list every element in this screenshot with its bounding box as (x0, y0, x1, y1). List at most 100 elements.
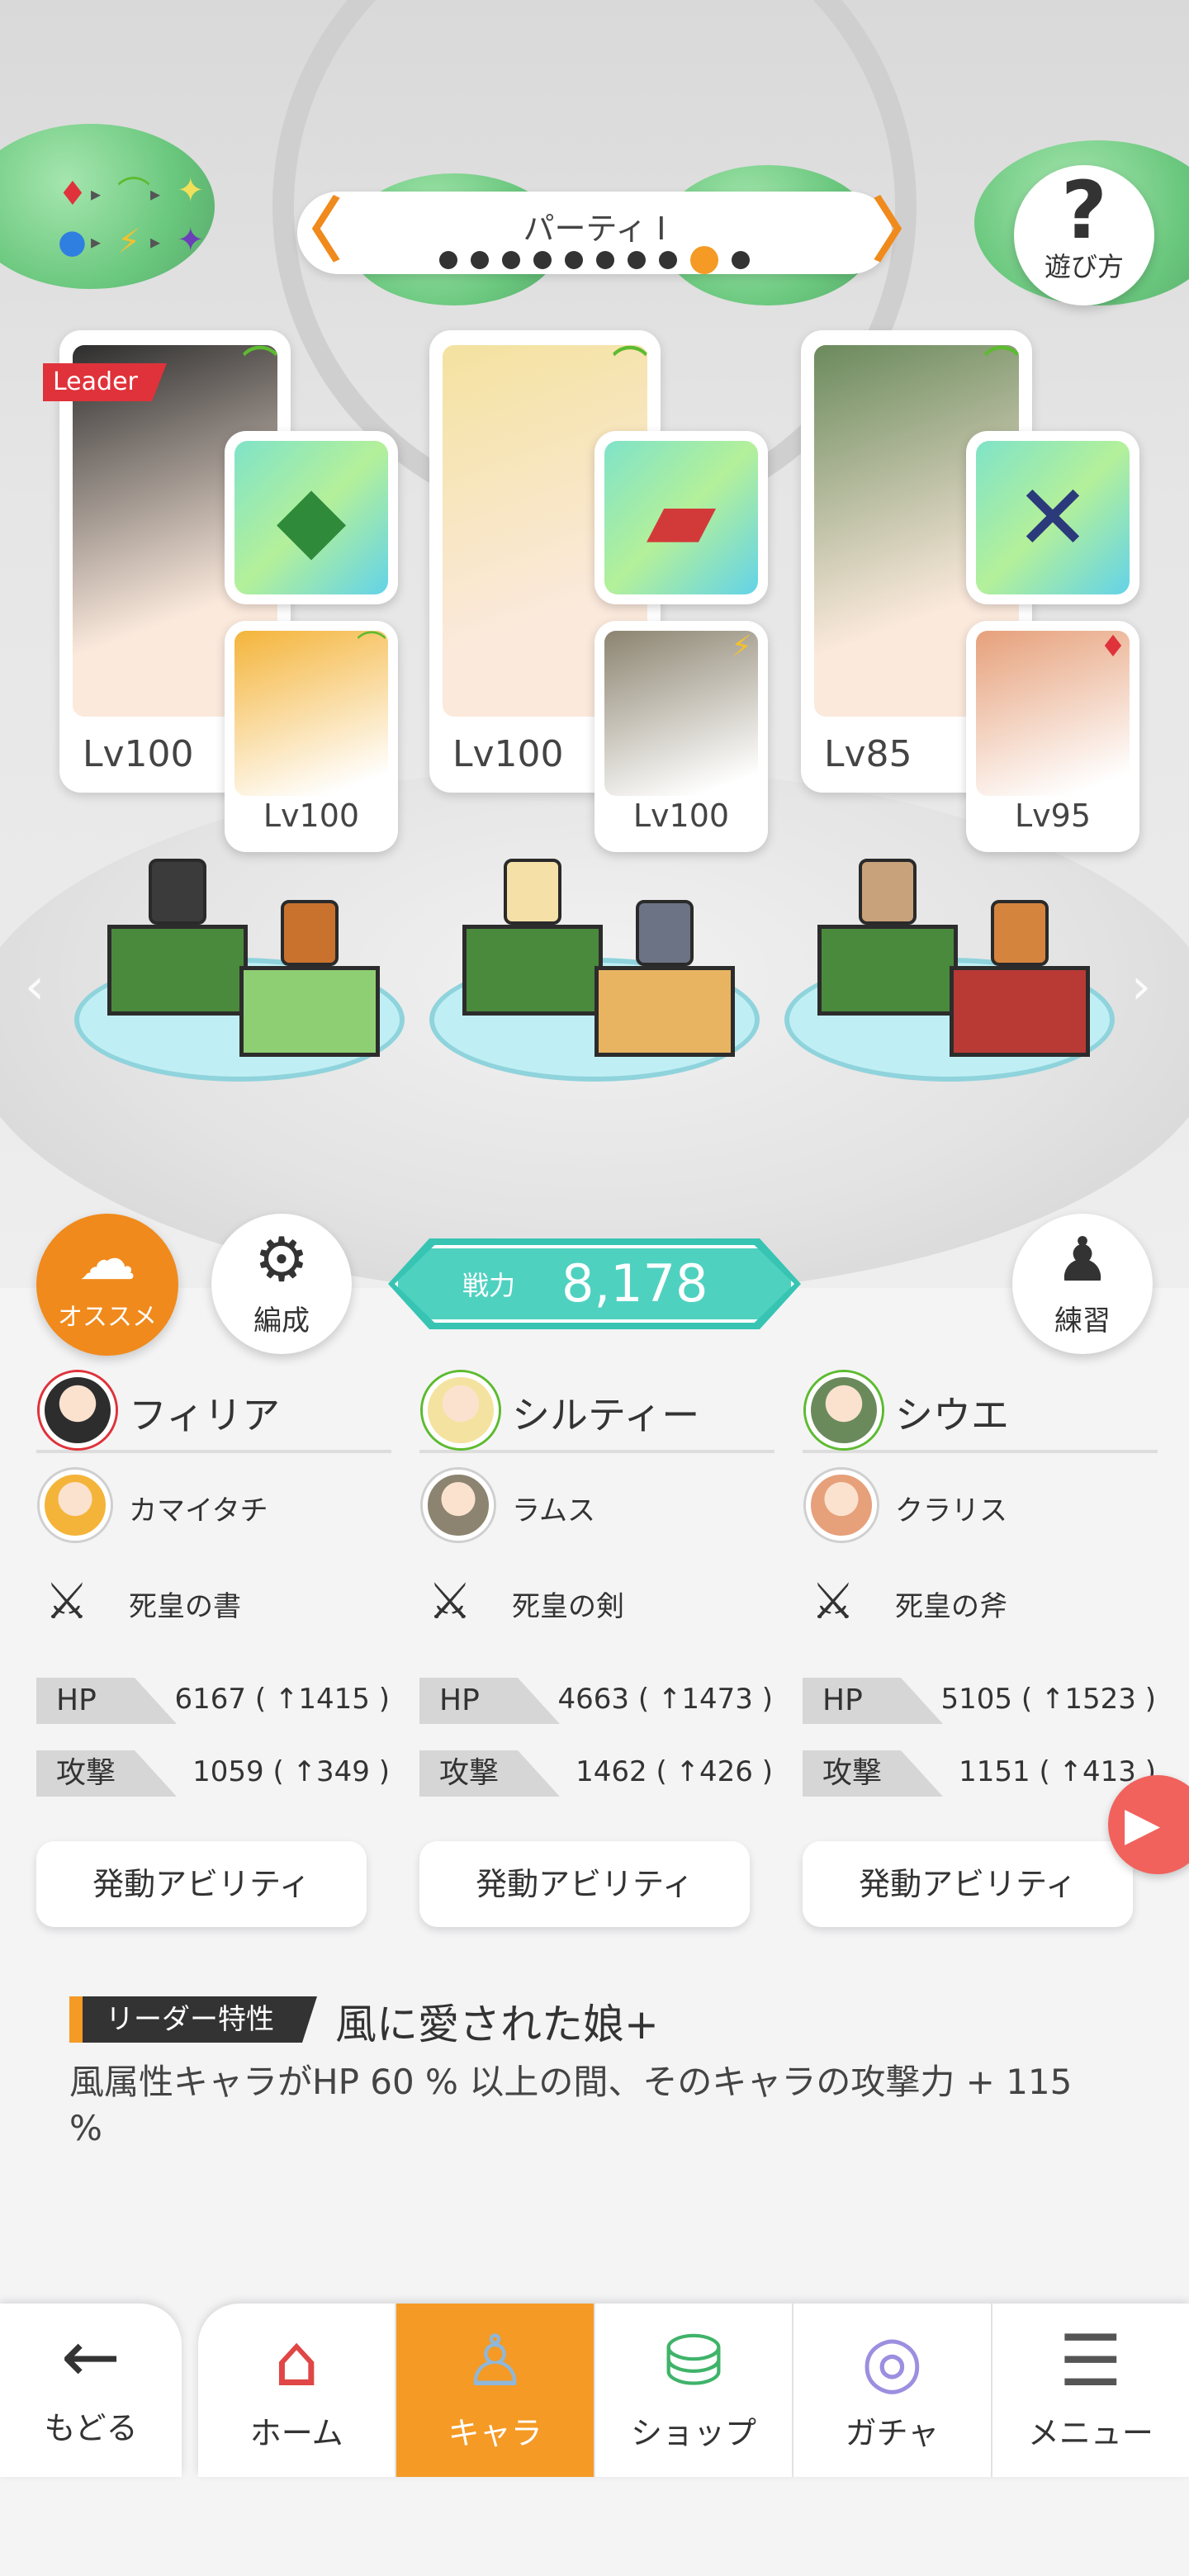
team-slot-1[interactable]: ⌒ Lv100 Leader ◆ ⌒ Lv100 (43, 330, 398, 852)
party-page-dot[interactable] (502, 251, 520, 269)
dark-icon: ✦ (177, 221, 205, 259)
weapon-slot[interactable]: ✕ (966, 431, 1139, 604)
party-page-dots (297, 246, 892, 274)
main-level: Lv100 (83, 733, 194, 775)
weapon-slot[interactable]: ◆ (225, 431, 398, 604)
party-page-dot[interactable] (439, 251, 457, 269)
nav-tab-character[interactable]: ♙ キャラ (396, 2304, 595, 2477)
fire-element-icon: ♦ (1099, 630, 1127, 664)
team-slot-3[interactable]: ⌒ Lv85 ✕ ♦ Lv95 (801, 330, 1139, 852)
avatar (40, 1372, 116, 1448)
unison-character-row[interactable]: クラリス (803, 1470, 1158, 1546)
character-sprite (149, 859, 206, 925)
unison-sprite (991, 900, 1049, 966)
attack-value: 1462 ( ↑426 ) (576, 1755, 773, 1788)
training-dummy-icon: ♟ (1054, 1224, 1111, 1295)
character-icon: ♙ (463, 2320, 528, 2403)
shop-icon: ⛁ (663, 2320, 724, 2403)
ability-button[interactable]: 発動アビリティ (36, 1841, 367, 1927)
avatar (40, 1470, 111, 1541)
hp-value: 4663 ( ↑1473 ) (557, 1683, 774, 1716)
hp-stat: HP 6167 ( ↑1415 ) (36, 1678, 391, 1724)
element-legend[interactable]: ♦ ▸ ⌒ ▸ ✦ ● ▸ ⚡ ▸ ✦ (58, 174, 215, 277)
attack-stat: 攻撃 1462 ( ↑426 ) (419, 1750, 775, 1797)
nav-tab-label: キャラ (448, 2415, 542, 2451)
bottom-nav: ← もどる ⌂ ホーム ♙ キャラ ⛁ ショップ ◎ ガチャ ☰ メニュー (0, 2304, 1189, 2576)
unison-sprite (636, 900, 694, 966)
party-pill: パーティ I (297, 192, 892, 274)
party-next-button[interactable]: 〉 (872, 197, 941, 269)
scroll-left-icon[interactable]: ‹ (25, 958, 45, 1016)
weapon-slot[interactable]: ▰ (594, 431, 768, 604)
party-page-dot[interactable] (533, 251, 552, 269)
avatar (806, 1470, 877, 1541)
gacha-icon: ◎ (860, 2320, 923, 2403)
weapon-row[interactable]: ⚔ 死皇の斧 (803, 1569, 1158, 1638)
attack-stat: 攻撃 1151 ( ↑413 ) (803, 1750, 1158, 1797)
party-page-dot[interactable] (690, 246, 718, 274)
green-gem-book-icon: ◆ (276, 465, 347, 571)
practice-button[interactable]: ♟ 練習 (1012, 1214, 1153, 1354)
main-level: Lv85 (824, 733, 912, 775)
platform-slot-1[interactable] (74, 859, 405, 1082)
nav-tab-shop[interactable]: ⛁ ショップ (595, 2304, 794, 2477)
hp-label: HP (419, 1678, 560, 1724)
party-page-dot[interactable] (659, 251, 677, 269)
unison-level: Lv100 (632, 798, 730, 834)
wind-element-icon: ⌒ (612, 343, 647, 384)
unison-sprite (281, 900, 339, 966)
unison-character-card[interactable]: ⌒ Lv100 (225, 621, 398, 852)
nav-tab-menu[interactable]: ☰ メニュー (992, 2304, 1189, 2477)
unison-character-row[interactable]: カマイタチ (36, 1470, 391, 1546)
ability-button[interactable]: 発動アビリティ (803, 1841, 1133, 1927)
question-icon: ? (1061, 164, 1107, 257)
avatar (806, 1372, 882, 1448)
team-slot-2[interactable]: ⌒ Lv100 ▰ ⚡ Lv100 (429, 330, 768, 852)
nav-tab-home[interactable]: ⌂ ホーム (198, 2304, 397, 2477)
unison-character-row[interactable]: ラムス (419, 1470, 775, 1546)
hp-stat: HP 5105 ( ↑1523 ) (803, 1678, 1158, 1724)
party-page-dot[interactable] (565, 251, 583, 269)
arrow-icon: ▸ (91, 230, 102, 253)
attack-value: 1059 ( ↑349 ) (192, 1755, 390, 1788)
main-level: Lv100 (452, 733, 564, 775)
ability-button[interactable]: 発動アビリティ (419, 1841, 750, 1927)
back-button[interactable]: ← もどる (0, 2304, 182, 2477)
unison-character-card[interactable]: ♦ Lv95 (966, 621, 1139, 852)
power-label: 戦力 (462, 1270, 516, 1301)
leader-tag: Leader (43, 363, 167, 401)
weapon-row[interactable]: ⚔ 死皇の書 (36, 1569, 391, 1638)
hp-value: 6167 ( ↑1415 ) (174, 1683, 391, 1716)
weapon-row[interactable]: ⚔ 死皇の剣 (419, 1569, 775, 1638)
nav-tab-gacha[interactable]: ◎ ガチャ (793, 2304, 992, 2477)
unison-character-card[interactable]: ⚡ Lv100 (594, 621, 768, 852)
party-page-dot[interactable] (471, 251, 489, 269)
main-character-row[interactable]: フィリア (36, 1371, 391, 1453)
help-button[interactable]: ? 遊び方 (1014, 165, 1154, 305)
unison-block (594, 966, 735, 1057)
main-character-name: シルティー (512, 1393, 700, 1437)
main-character-name: フィリア (129, 1393, 281, 1437)
avatar (423, 1470, 494, 1541)
main-character-row[interactable]: シルティー (419, 1371, 775, 1453)
hp-stat: HP 4663 ( ↑1473 ) (419, 1678, 775, 1724)
main-character-row[interactable]: シウエ (803, 1371, 1158, 1453)
formation-button[interactable]: ⚙ 編成 (211, 1214, 352, 1354)
party-prev-button[interactable]: 〈 (272, 197, 342, 269)
party-page-dot[interactable] (628, 251, 646, 269)
party-page-dot[interactable] (596, 251, 614, 269)
recommend-button[interactable]: ☁ オススメ (36, 1214, 178, 1356)
formation-label: 編成 (253, 1305, 310, 1338)
nav-tab-label: ショップ (631, 2415, 757, 2451)
scroll-right-icon[interactable]: › (1131, 958, 1151, 1016)
platform-slot-2[interactable] (429, 859, 760, 1082)
recommend-label: オススメ (58, 1303, 157, 1332)
weapon-frame: ✕ (976, 441, 1130, 594)
unison-character-name: ラムス (512, 1494, 595, 1527)
fire-icon: ♦ (58, 175, 88, 213)
wind-icon: ⌒ (117, 175, 150, 213)
platform-slot-3[interactable] (784, 859, 1115, 1082)
attack-stat: 攻撃 1059 ( ↑349 ) (36, 1750, 391, 1797)
party-page-dot[interactable] (732, 251, 750, 269)
team-power: 戦力 8,178 (388, 1238, 801, 1329)
